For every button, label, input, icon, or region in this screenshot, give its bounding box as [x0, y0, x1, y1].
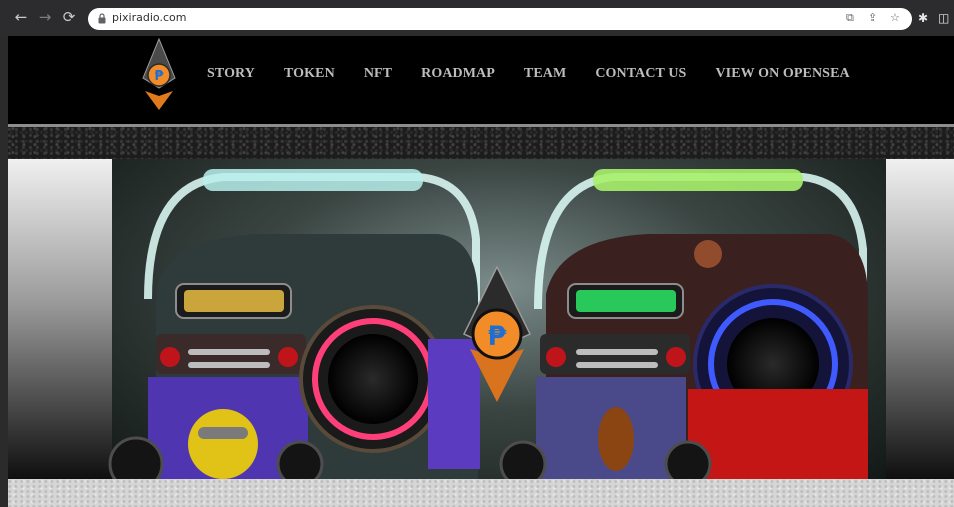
- pixiradio-logo[interactable]: ₱: [136, 38, 182, 114]
- left-radio: [108, 169, 480, 479]
- stone-texture-band: [8, 127, 954, 159]
- nav-contact-us[interactable]: CONTACT US: [595, 66, 686, 82]
- browser-toolbar: ← → ⟳ pixiradio.com ⧉ ⇪ ☆ ✱ ◫: [0, 0, 954, 36]
- nav-roadmap[interactable]: ROADMAP: [421, 66, 495, 82]
- nav-token[interactable]: TOKEN: [284, 66, 335, 82]
- back-icon[interactable]: ←: [12, 8, 30, 26]
- reload-icon[interactable]: ⟳: [60, 8, 78, 26]
- translate-icon[interactable]: ⧉: [846, 11, 854, 25]
- main-nav: STORY TOKEN NFT ROADMAP TEAM CONTACT US …: [207, 66, 879, 82]
- nav-nft[interactable]: NFT: [364, 66, 392, 82]
- lock-icon: [98, 13, 106, 24]
- url-text[interactable]: pixiradio.com: [112, 11, 186, 24]
- web-page: ₱ STORY TOKEN NFT ROADMAP TEAM CONTACT U…: [8, 36, 954, 507]
- share-icon[interactable]: ⇪: [868, 11, 877, 24]
- hero-banner: ₱: [8, 159, 954, 479]
- site-header: ₱ STORY TOKEN NFT ROADMAP TEAM CONTACT U…: [8, 36, 954, 124]
- svg-text:₱: ₱: [488, 321, 507, 352]
- nav-team[interactable]: TEAM: [524, 66, 566, 82]
- hero-radios-illustration: ₱: [108, 169, 868, 479]
- forward-icon[interactable]: →: [36, 8, 54, 26]
- side-panel-icon[interactable]: ◫: [938, 11, 949, 25]
- hero-bottom-band: [8, 479, 954, 507]
- address-bar[interactable]: pixiradio.com ⧉ ⇪ ☆: [88, 8, 912, 30]
- nav-story[interactable]: STORY: [207, 66, 255, 82]
- nav-view-on-opensea[interactable]: VIEW ON OPENSEA: [715, 66, 849, 82]
- extensions-puzzle-icon[interactable]: ✱: [918, 11, 928, 25]
- bookmark-star-icon[interactable]: ☆: [890, 11, 900, 24]
- svg-text:₱: ₱: [154, 69, 164, 84]
- right-radio: [499, 169, 868, 479]
